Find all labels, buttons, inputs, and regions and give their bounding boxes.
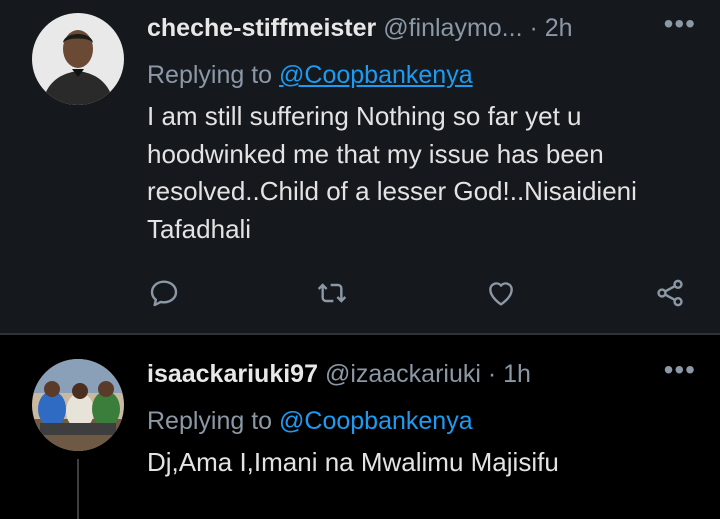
separator-dot: · — [529, 14, 538, 42]
mention-link[interactable]: @Coopbankenya — [279, 61, 473, 89]
like-icon — [489, 282, 513, 306]
tweet-header: cheche-stiffmeister @finlaymo... · 2h ••… — [147, 8, 696, 43]
share-button[interactable] — [651, 274, 689, 312]
share-icon — [657, 279, 683, 307]
timestamp[interactable]: 2h — [545, 14, 573, 42]
timestamp[interactable]: 1h — [503, 360, 531, 388]
tweet-text: Dj,Ama I,Imani na Mwalimu Majisifu — [147, 447, 559, 477]
user-handle[interactable]: @izaackariuki — [325, 360, 481, 388]
display-name[interactable]: cheche-stiffmeister — [147, 14, 376, 42]
mention-link[interactable]: @Coopbankenya — [279, 407, 473, 435]
tweet-actions — [0, 274, 720, 314]
tweet-card[interactable]: cheche-stiffmeister @finlaymo... · 2h ••… — [0, 0, 720, 335]
reply-button[interactable] — [145, 274, 183, 312]
user-handle[interactable]: @finlaymo... — [383, 14, 522, 42]
like-button[interactable] — [482, 274, 520, 312]
tweet-card[interactable]: isaackariuki97 @izaackariuki · 1h ••• Re… — [0, 337, 720, 519]
tweet-text: I am still suffering Nothing so far yet … — [147, 101, 637, 244]
display-name[interactable]: isaackariuki97 — [147, 360, 318, 388]
replying-to-prefix: Replying to — [147, 61, 273, 89]
replying-to-line: Replying to @Coopbankenya — [147, 407, 473, 436]
tweet-header: isaackariuki97 @izaackariuki · 1h ••• — [147, 354, 696, 389]
reply-icon — [150, 280, 178, 307]
avatar[interactable] — [32, 359, 124, 451]
replying-to-line: Replying to @Coopbankenya — [147, 61, 473, 90]
thread-line — [77, 459, 79, 519]
avatar[interactable] — [32, 13, 124, 105]
retweet-button[interactable] — [313, 274, 351, 312]
more-horizontal-icon[interactable]: ••• — [664, 8, 696, 40]
separator-dot: · — [487, 360, 497, 388]
retweet-icon — [317, 283, 347, 303]
replying-to-prefix: Replying to — [147, 407, 273, 435]
more-horizontal-icon[interactable]: ••• — [664, 354, 696, 386]
